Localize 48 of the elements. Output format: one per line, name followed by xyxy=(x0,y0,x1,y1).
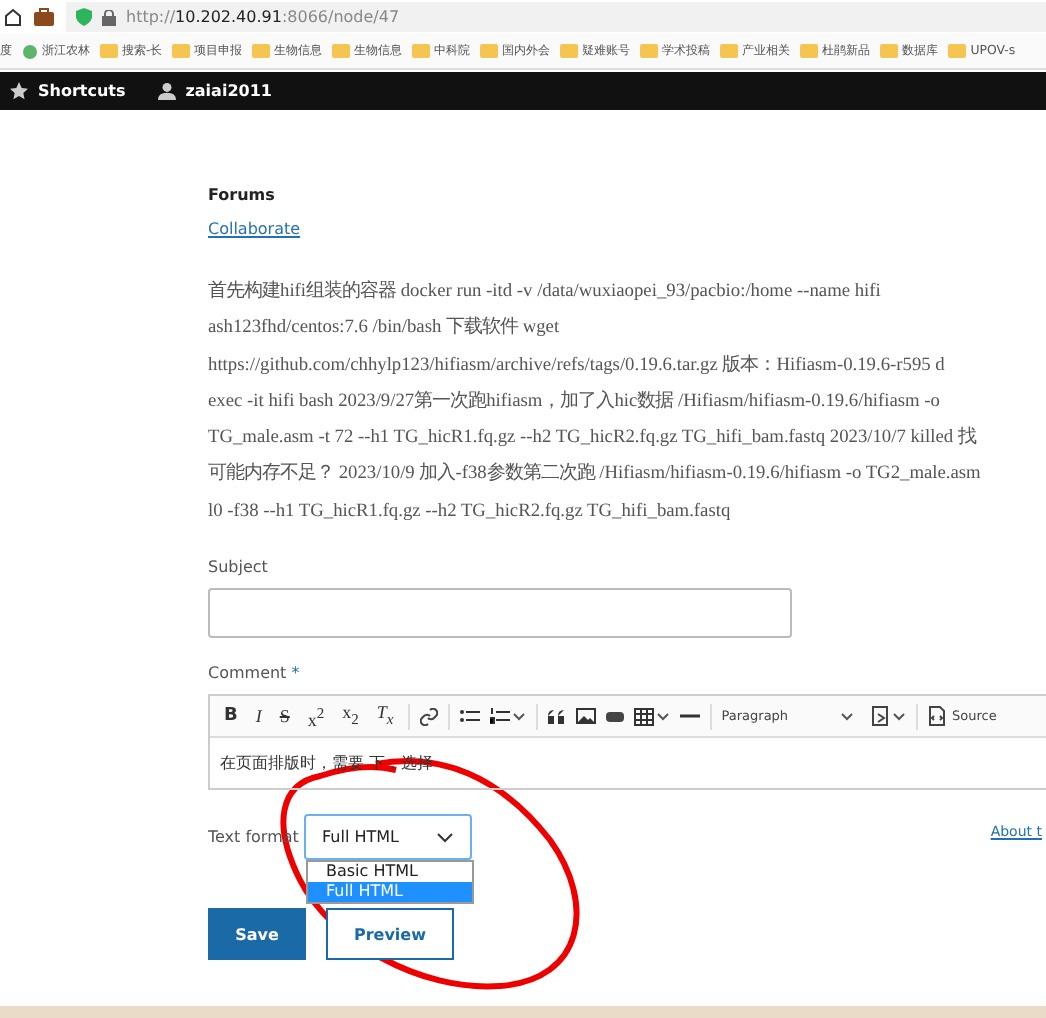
globe-icon xyxy=(22,43,38,59)
address-bar[interactable]: http://10.202.40.91:8066/node/47 xyxy=(66,2,1046,32)
numbered-list-icon[interactable] xyxy=(489,708,526,725)
field-label: Forums xyxy=(208,186,277,204)
star-icon xyxy=(10,82,28,100)
url-text: http://10.202.40.91:8066/node/47 xyxy=(126,8,400,26)
chevron-icon xyxy=(436,831,454,844)
body-text-line: exec -it hifi bash 2023/9/27第一次跑hifiasm，加了入hic数据 /Hifiasm/hifiasm-0.19.6/hifiasm -o xyxy=(208,388,942,416)
home-icon[interactable] xyxy=(4,8,22,26)
bulleted-list-icon[interactable] xyxy=(459,708,480,725)
toolbar-link[interactable]: zaiai2011 xyxy=(157,82,272,100)
caret-icon xyxy=(892,711,907,722)
body-text-line: https://github.com/chhylp123/hifiasm/archive/refs/tags/0.19.6.tar.gz 版本：Hifiasm-0.19.6-r595 d xyxy=(208,352,947,380)
user-icon xyxy=(157,82,176,100)
quote-icon[interactable] xyxy=(547,709,566,724)
body-text-line: l0 -f38 --h1 TG_hicR1.fq.gz --h2 TG_hicR2.fq.gz TG_hifi_bam.fastq xyxy=(208,499,733,526)
image-icon[interactable] xyxy=(575,708,596,725)
format-tool[interactable]: I xyxy=(251,704,266,729)
format-tool[interactable]: x$_{2}$ xyxy=(338,700,363,732)
source-icon xyxy=(928,706,947,727)
toolbar-link[interactable]: Shortcuts xyxy=(10,82,126,100)
media-icon[interactable] xyxy=(605,711,624,722)
caret-icon xyxy=(655,711,670,722)
lock-icon xyxy=(102,9,116,25)
subject-field[interactable] xyxy=(208,588,792,639)
body-text-line: 首先构建hifi组装的容器 docker run -itd -v /data/wuxiaopei_93/pacbio:/home --name hifi xyxy=(208,278,883,306)
caret-icon xyxy=(840,711,855,722)
dropdown-option[interactable]: Basic HTML xyxy=(308,862,472,883)
horizontal-line-icon[interactable] xyxy=(679,714,700,719)
link-icon[interactable] xyxy=(419,707,438,726)
preview-button[interactable]: Preview xyxy=(326,908,454,961)
format-tool[interactable]: T$_{x}$ xyxy=(372,700,398,732)
subject-label: Subject xyxy=(208,558,270,577)
briefcase-icon[interactable] xyxy=(34,8,54,26)
forum-link[interactable]: Collaborate xyxy=(208,220,301,238)
format-tool[interactable]: B xyxy=(220,704,242,729)
body-text-line: ash123fhd/centos:7.6 /bin/bash 下载软件 wget xyxy=(208,314,562,343)
table-icon[interactable] xyxy=(633,707,670,726)
body-text-line: 可能内存不足？ 2023/10/9 加入-f38参数第二次跑 /Hifiasm/hifiasm-0.19.6/hifiasm -o TG2_male.asm xyxy=(208,460,983,489)
shield-icon xyxy=(76,8,92,26)
template-icon[interactable] xyxy=(872,706,907,727)
body-text-line: TG_male.asm -t 72 --h1 TG_hicR1.fq.gz --h2 TG_hicR2.fq.gz TG_hifi_bam.fastq 2023/10/7 killed 找 xyxy=(208,424,979,453)
format-tool[interactable]: S xyxy=(275,704,294,729)
format-tool[interactable]: x$^{2}$ xyxy=(303,701,329,732)
text-format-select[interactable]: Full HTML xyxy=(304,814,472,861)
caret-icon xyxy=(511,711,526,722)
comment-label: Comment * xyxy=(208,664,302,683)
save-button[interactable]: Save xyxy=(208,908,306,961)
